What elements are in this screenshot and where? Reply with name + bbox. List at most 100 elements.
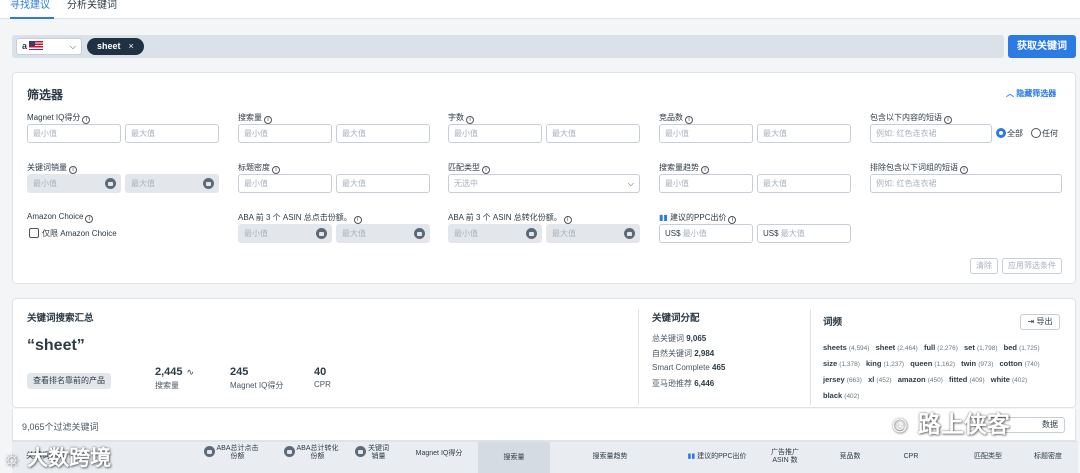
currency-label: US$ [665, 229, 681, 238]
search-volume-text: 搜索量 [238, 113, 262, 122]
count: (973) [978, 361, 994, 368]
search-volume-max[interactable]: 最大值 [336, 124, 430, 143]
trend-chart-icon: ∿ [186, 367, 195, 377]
list-item: cotton (740) [999, 359, 1039, 368]
lock-icon [414, 228, 425, 239]
list-item: white (402) [991, 375, 1027, 384]
match-type-select[interactable]: 无选中 ⌵ [448, 174, 640, 193]
info-icon: i [353, 216, 362, 224]
ppc-bid-min[interactable]: US$ 最小值 [659, 224, 753, 243]
export-button[interactable]: ⇥ 导出 [1020, 314, 1060, 330]
word-count-max[interactable]: 最大值 [546, 124, 640, 143]
header-label: 关键词销量 [368, 445, 389, 460]
match-type-value: 无选中 [454, 179, 478, 188]
info-icon: i [960, 166, 968, 174]
search-trend-max[interactable]: 最大值 [757, 174, 851, 193]
count: (402) [844, 393, 860, 400]
top-tabs: 寻找建议 分析关键词 [0, 0, 1080, 19]
col-cpr[interactable]: CPR [896, 453, 926, 461]
competing-products-min[interactable]: 最小值 [659, 124, 753, 143]
view-top-products-button[interactable]: 查看排名靠前的产品 [27, 373, 111, 389]
list-item: fitted (409) [949, 375, 985, 384]
tab-find-suggestions[interactable]: 寻找建议 [10, 0, 54, 19]
currency-label: US$ [763, 229, 779, 238]
keyword-summary-panel: 关键词搜索汇总 “sheet” 查看排名靠前的产品 2,445 ∿ 搜索量 245… [12, 298, 1076, 408]
placeholder-text: 最大值 [131, 179, 155, 188]
amazon-choice-text: Amazon Choice [27, 212, 84, 221]
word-frequency-title: 词频 [823, 317, 843, 328]
tab-analyze-keywords[interactable]: 分析关键词 [67, 0, 123, 19]
col-search-volume[interactable]: 搜索量 [478, 442, 550, 473]
include-phrase-text: 包含以下内容的短语 [870, 113, 942, 122]
clear-filters-button[interactable]: 清除 [970, 258, 998, 274]
radio-any[interactable]: 任何 [1031, 128, 1058, 139]
placeholder-text: 最小值 [244, 229, 268, 238]
amazon-choice-checkbox[interactable]: 仅限 Amazon Choice [29, 228, 117, 239]
keyword-search-bar[interactable]: a ⌵ sheet × [12, 35, 1004, 58]
dist-total: 总关键词 9,065 [652, 333, 706, 344]
count: (1,237) [883, 361, 905, 368]
col-search-trend[interactable]: 搜索量趋势 [572, 453, 648, 461]
word: queen [910, 359, 933, 368]
lock-icon [203, 178, 214, 189]
radio-any-label: 任何 [1042, 129, 1058, 138]
exclude-phrase-input[interactable]: 例如: 红色连衣裙 [870, 174, 1062, 193]
title-density-min[interactable]: 最小值 [238, 174, 332, 193]
magnet-iq-max[interactable]: 最大值 [125, 124, 219, 143]
col-keyword-sales[interactable]: 关键词销量 [355, 445, 391, 461]
cpr-value: 40 [314, 366, 327, 378]
divider [638, 309, 639, 405]
dist-smart-complete: Smart Complete 465 [652, 363, 725, 372]
title-density-max[interactable]: 最大值 [336, 174, 430, 193]
aba-click-min: 最小值 [238, 224, 332, 243]
hide-filters-link[interactable]: ︿ 隐藏筛选器 [1006, 88, 1056, 99]
dist-value: 465 [712, 363, 726, 372]
info-icon: i [69, 166, 77, 174]
word: black [823, 391, 843, 400]
table-header: 关键词词组 ⇅ ABA总计点击份额 ABA总计转化份额 关键词销量 Magnet… [12, 441, 1078, 473]
search-volume-min[interactable]: 最小值 [238, 124, 332, 143]
close-icon[interactable]: × [129, 41, 134, 51]
col-aba-conversion-share[interactable]: ABA总计转化份额 [284, 445, 340, 461]
radio-all[interactable]: 全部 [996, 128, 1023, 139]
list-item: bed (1,725) [1004, 343, 1040, 352]
word-count-min[interactable]: 最小值 [448, 124, 542, 143]
search-volume-value: 2,445 ∿ [155, 366, 194, 378]
title-density-label: 标题密度 i [238, 162, 280, 174]
col-competing-products[interactable]: 竞品数 [830, 453, 870, 461]
get-keywords-button[interactable]: 获取关键词 [1008, 35, 1076, 58]
apply-filters-button[interactable]: 应用筛选条件 [1002, 258, 1062, 274]
magnet-iq-min[interactable]: 最小值 [27, 124, 121, 143]
amazon-choice-only-label: 仅限 Amazon Choice [42, 229, 117, 238]
col-match-type[interactable]: 匹配类型 [964, 453, 1012, 461]
info-icon: i [563, 216, 572, 224]
include-phrase-input[interactable]: 例如: 红色连衣裙 [870, 124, 992, 143]
word: twin [961, 359, 977, 368]
info-icon: i [85, 215, 94, 223]
col-ppc-bid[interactable]: ▮▮ 建议的PPC出价 [672, 453, 762, 461]
keyword-sales-max: 最大值 [125, 174, 219, 193]
dist-key: 亚马逊推荐 [652, 379, 692, 388]
competing-products-max[interactable]: 最大值 [757, 124, 851, 143]
search-trend-min[interactable]: 最小值 [659, 174, 753, 193]
marketplace-selector[interactable]: a ⌵ [16, 38, 82, 55]
col-magnet-iq[interactable]: Magnet IQ得分 [412, 450, 466, 458]
ppc-bid-max[interactable]: US$ 最大值 [757, 224, 851, 243]
lock-icon [105, 178, 116, 189]
competing-products-label: 竞品数 i [659, 112, 693, 124]
dist-amazon-recommended: 亚马逊推荐 6,446 [652, 378, 714, 389]
list-item: black (402) [823, 391, 859, 400]
col-title-density[interactable]: 标题密度 [1022, 453, 1074, 461]
amazon-logo: a [22, 41, 28, 51]
count: (450) [927, 377, 943, 384]
chevron-up-icon: ︿ [1006, 89, 1017, 98]
col-ad-asin-count[interactable]: 广告推广ASIN 数 [764, 449, 806, 465]
searched-keyword: “sheet” [27, 337, 85, 354]
list-item: king (1,237) [866, 359, 904, 368]
export-label: 导出 [1036, 317, 1053, 326]
col-aba-click-share[interactable]: ABA总计点击份额 [204, 445, 260, 461]
search-trend-label: 搜索量趋势 i [659, 162, 709, 174]
keyword-chip[interactable]: sheet × [87, 38, 144, 55]
watermark-left-text: 大数跨境 [27, 447, 112, 470]
info-icon: i [466, 116, 474, 124]
